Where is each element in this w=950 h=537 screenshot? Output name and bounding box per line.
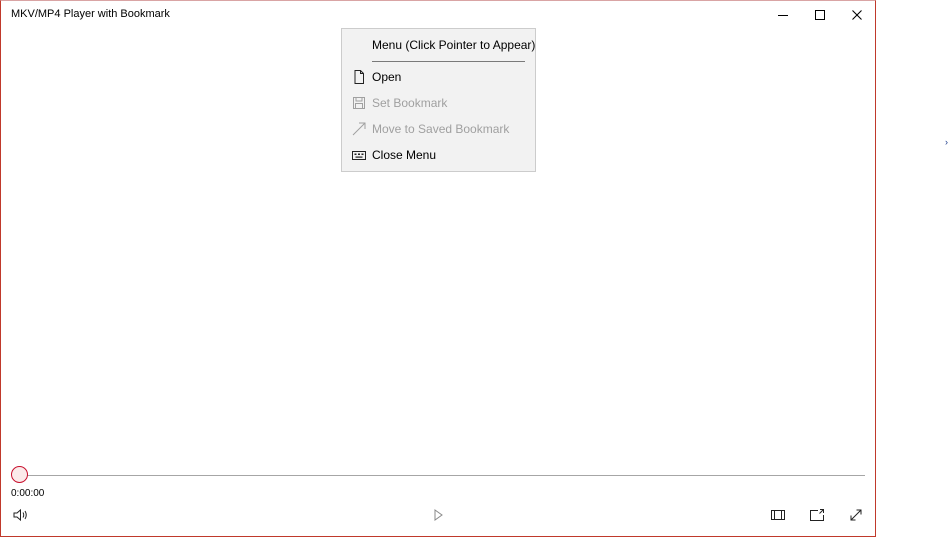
minimize-button[interactable] [764, 1, 801, 29]
offscreen-marker: › [945, 137, 948, 147]
file-icon [354, 70, 364, 84]
app-window: MKV/MP4 Player with Bookmark Menu (Click… [0, 0, 876, 537]
cast-button[interactable] [807, 506, 827, 524]
maximize-button[interactable] [801, 1, 838, 29]
menu-item-close-menu[interactable]: Close Menu [342, 143, 535, 167]
arrow-diagonal-icon [352, 122, 366, 136]
menu-item-label: Move to Saved Bookmark [372, 122, 510, 136]
menu-item-label: Set Bookmark [372, 96, 448, 110]
menu-item-label: Open [372, 70, 402, 84]
menu-item-move-to-bookmark[interactable]: Move to Saved Bookmark [342, 117, 535, 141]
close-button[interactable] [838, 1, 875, 29]
volume-button[interactable] [11, 506, 31, 524]
menu-item-open[interactable]: Open [342, 65, 535, 89]
save-icon [353, 97, 365, 109]
volume-icon [13, 508, 27, 522]
context-menu: Menu (Click Pointer to Appear) Open Set … [341, 28, 536, 172]
menu-separator [372, 61, 525, 62]
window-title: MKV/MP4 Player with Bookmark [11, 8, 170, 20]
compact-overlay-icon [771, 510, 785, 520]
menu-item-label: Close Menu [372, 148, 437, 162]
close-icon [851, 10, 862, 20]
seek-bar-thumb[interactable] [11, 466, 28, 483]
play-button[interactable] [428, 506, 448, 524]
menu-item-set-bookmark[interactable]: Set Bookmark [342, 91, 535, 115]
elapsed-time: 0:00:00 [11, 488, 45, 499]
compact-overlay-button[interactable] [768, 506, 788, 524]
minimize-icon [777, 15, 788, 16]
seek-bar-track[interactable] [19, 475, 865, 476]
menu-header: Menu (Click Pointer to Appear) [372, 38, 536, 52]
fullscreen-icon [850, 509, 862, 521]
maximize-icon [814, 10, 825, 20]
play-icon [434, 509, 443, 521]
fullscreen-button[interactable] [846, 506, 866, 524]
title-bar: MKV/MP4 Player with Bookmark [1, 1, 875, 29]
keyboard-close-icon [352, 151, 366, 160]
cast-icon [810, 509, 824, 521]
